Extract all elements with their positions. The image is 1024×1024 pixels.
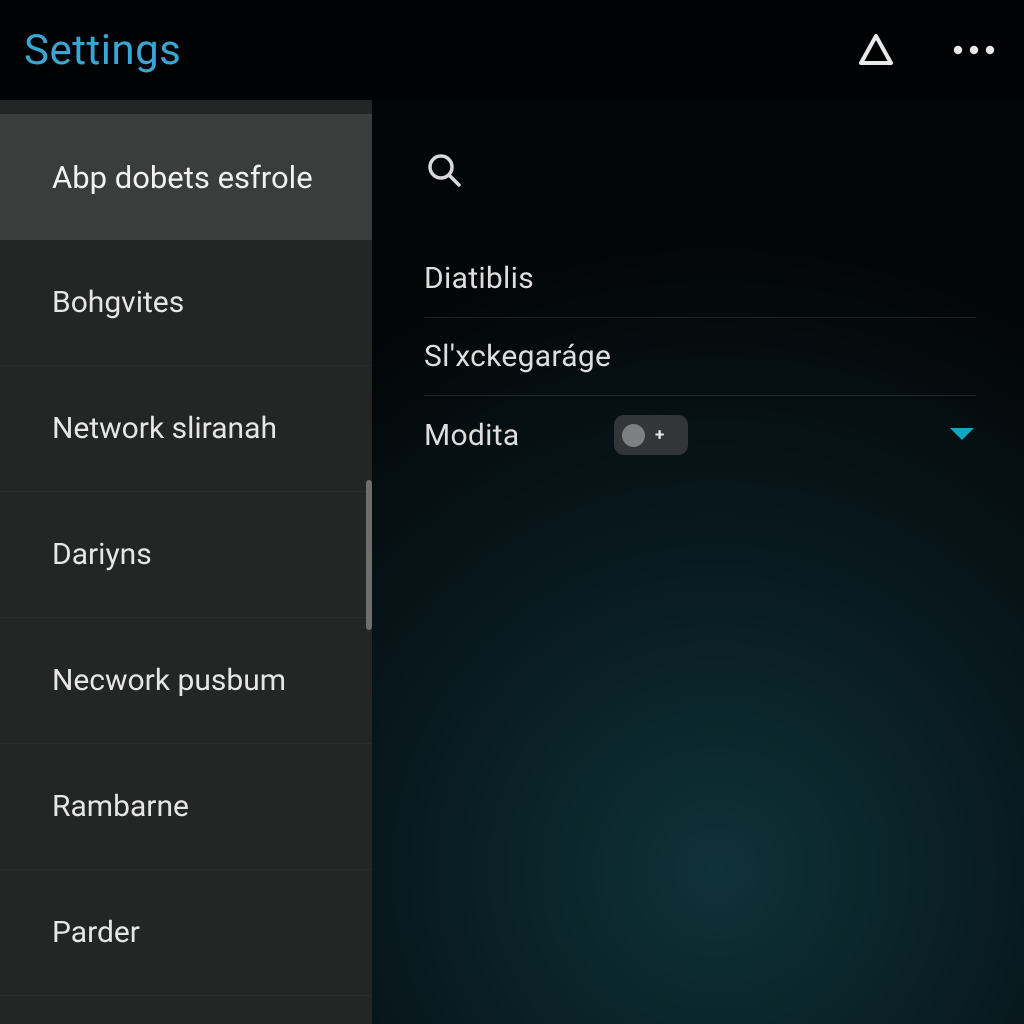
- app-body: Abp dobets esfrole Bohgvites Network sli…: [0, 100, 1024, 1024]
- sidebar-item-label: Abp dobets esfrole: [52, 159, 313, 196]
- sidebar-item-label: Necwork pusbum: [52, 663, 286, 698]
- setting-row-diatiblis[interactable]: Diatiblis: [424, 240, 976, 318]
- search-icon: [424, 150, 464, 190]
- sidebar-item-label: Bohgvites: [52, 285, 184, 320]
- toggle-knob: [622, 424, 645, 447]
- sidebar-item-network-sliranah[interactable]: Network sliranah: [0, 366, 372, 492]
- header-actions: [858, 33, 996, 67]
- triangle-icon[interactable]: [858, 33, 894, 67]
- sidebar-item-bohgvites[interactable]: Bohgvites: [0, 240, 372, 366]
- page-title: Settings: [24, 26, 858, 75]
- sidebar-item-dariyns[interactable]: Dariyns: [0, 492, 372, 618]
- sidebar-item-label: Parder: [52, 915, 140, 950]
- sidebar-item-parder[interactable]: Parder: [0, 870, 372, 996]
- app-header: Settings: [0, 0, 1024, 100]
- more-icon[interactable]: [952, 44, 996, 56]
- setting-row-modita[interactable]: Modita +: [424, 396, 976, 474]
- setting-label: Modita: [424, 418, 614, 453]
- modita-toggle[interactable]: +: [614, 415, 688, 455]
- sidebar-item-label: Network sliranah: [52, 411, 277, 446]
- chevron-down-icon[interactable]: [948, 426, 976, 444]
- main-panel: Diatiblis Sl'xckegaráge Modita +: [372, 100, 1024, 1024]
- setting-label: Sl'xckegaráge: [424, 339, 611, 374]
- plus-icon: +: [655, 427, 665, 444]
- setting-row-slxckegarage[interactable]: Sl'xckegaráge: [424, 318, 976, 396]
- sidebar-item-abp-dobets-esfrole[interactable]: Abp dobets esfrole: [0, 114, 372, 240]
- sidebar-item-necwork-pusbum[interactable]: Necwork pusbum: [0, 618, 372, 744]
- sidebar-item-label: Dariyns: [52, 537, 152, 572]
- search-button[interactable]: [424, 134, 976, 206]
- sidebar: Abp dobets esfrole Bohgvites Network sli…: [0, 100, 372, 1024]
- sidebar-item-rambarne[interactable]: Rambarne: [0, 744, 372, 870]
- setting-label: Diatiblis: [424, 261, 534, 296]
- sidebar-item-label: Rambarne: [52, 789, 189, 824]
